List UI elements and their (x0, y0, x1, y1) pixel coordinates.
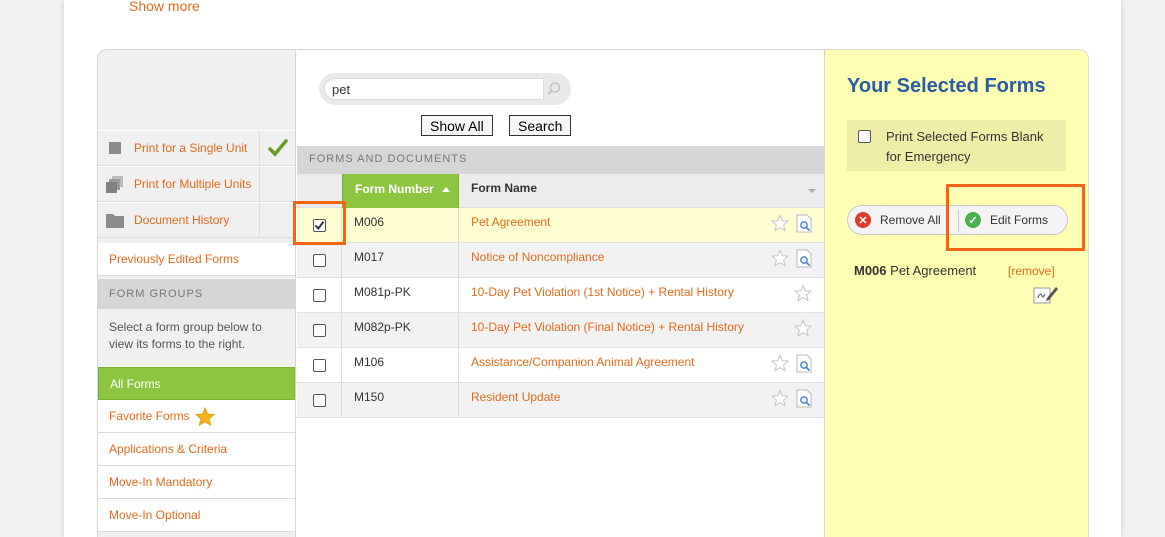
selected-form-item: M006 Pet Agreement (854, 263, 976, 278)
row-checkbox-cell (297, 313, 342, 347)
row-checkbox-cell (297, 278, 342, 312)
selected-form-name: Pet Agreement (890, 263, 977, 278)
left-panel-header (98, 50, 295, 130)
table-row: M106 Assistance/Companion Animal Agreeme… (297, 348, 824, 383)
favorite-star-icon[interactable] (771, 249, 789, 267)
forms-table-header: Form Number Form Name (297, 174, 824, 208)
form-group-favorite-forms[interactable]: Favorite Forms (98, 400, 295, 433)
form-name-link[interactable]: Notice of Noncompliance (471, 243, 604, 272)
check-cell (259, 167, 295, 201)
checkmark-icon (267, 139, 288, 157)
search-box (319, 73, 571, 105)
show-all-button[interactable]: Show All (421, 115, 493, 136)
row-checkbox-cell (297, 383, 342, 417)
print-blank-checkbox[interactable] (858, 130, 871, 143)
row-checkbox[interactable] (313, 359, 326, 372)
form-name-link[interactable]: 10-Day Pet Violation (1st Notice) + Rent… (471, 278, 734, 307)
check-cell (259, 131, 295, 165)
favorite-star-icon[interactable] (794, 284, 812, 302)
form-name-link[interactable]: Assistance/Companion Animal Agreement (471, 348, 694, 377)
preview-document-icon[interactable] (796, 354, 813, 373)
favorite-star-icon[interactable] (771, 354, 789, 372)
form-number-header-label: Form Number (355, 182, 434, 196)
forms-and-documents-heading: FORMS AND DOCUMENTS (297, 146, 824, 174)
favorite-star-icon[interactable] (771, 214, 789, 232)
folder-icon (106, 214, 124, 228)
edit-forms-highlight (946, 184, 1085, 251)
search-icon[interactable] (546, 81, 562, 97)
print-blank-label-line1: Print Selected Forms Blank (886, 129, 1044, 144)
document-history-option[interactable]: Document History (98, 202, 295, 238)
remove-all-label: Remove All (880, 213, 941, 227)
form-number-column-header[interactable]: Form Number (342, 174, 459, 208)
selected-forms-title: Your Selected Forms (847, 75, 1046, 97)
selected-forms-panel: Your Selected Forms Print Selected Forms… (825, 49, 1089, 537)
check-cell (259, 203, 295, 237)
favorite-forms-label: Favorite Forms (109, 409, 190, 423)
form-name-column-header[interactable]: Form Name (471, 174, 537, 202)
form-number: M106 (342, 348, 459, 382)
multiple-units-icon (106, 176, 123, 193)
form-group-move-in-optional[interactable]: Move-In Optional (98, 499, 295, 532)
search-input[interactable] (324, 78, 544, 100)
remove-all-button[interactable]: ✕ Remove All (855, 206, 941, 234)
table-row: M006 Pet Agreement (297, 208, 824, 243)
column-menu-icon[interactable] (808, 189, 816, 193)
row-checkbox-cell (297, 243, 342, 277)
row-checkbox[interactable] (313, 394, 326, 407)
row-checkbox[interactable] (313, 324, 326, 337)
print-blank-label: Print Selected Forms Blank for Emergency (886, 127, 1044, 167)
forms-panel: Show All Search FORMS AND DOCUMENTS Form… (297, 49, 825, 537)
table-row: M017 Notice of Noncompliance (297, 243, 824, 278)
preview-document-icon[interactable] (796, 249, 813, 268)
favorite-star-icon[interactable] (794, 319, 812, 337)
form-number: M006 (342, 208, 459, 242)
print-multiple-units-label: Print for Multiple Units (134, 177, 252, 191)
document-history-label: Document History (134, 213, 230, 227)
row-checkbox[interactable] (313, 254, 326, 267)
form-name-link[interactable]: Pet Agreement (471, 208, 550, 237)
preview-document-icon[interactable] (796, 214, 813, 233)
previously-edited-forms-link[interactable]: Previously Edited Forms (98, 243, 295, 276)
checkbox-highlight (293, 201, 346, 245)
form-groups-description: Select a form group below to view its fo… (109, 320, 262, 351)
form-number: M081p-PK (342, 278, 459, 312)
form-group-applications-criteria[interactable]: Applications & Criteria (98, 433, 295, 466)
preview-document-icon[interactable] (796, 389, 813, 408)
search-button[interactable]: Search (509, 115, 572, 136)
edit-document-icon[interactable] (1033, 284, 1059, 304)
form-group-all-forms[interactable]: All Forms (98, 367, 295, 400)
table-row: M150 Resident Update (297, 383, 824, 418)
form-groups-heading: FORM GROUPS (98, 279, 295, 309)
remove-selected-form-link[interactable]: [remove] (1008, 264, 1055, 278)
favorite-star-icon[interactable] (771, 389, 789, 407)
row-checkbox-cell (297, 348, 342, 382)
left-panel: Print for a Single Unit Print for Multip… (97, 49, 296, 537)
print-multiple-units-option[interactable]: Print for Multiple Units (98, 166, 295, 202)
form-number: M082p-PK (342, 313, 459, 347)
table-row: M082p-PK 10-Day Pet Violation (Final Not… (297, 313, 824, 348)
sort-ascending-icon (441, 187, 450, 192)
print-blank-label-line2: for Emergency (886, 149, 971, 164)
star-icon (194, 406, 215, 426)
selected-form-number: M006 (854, 263, 887, 278)
row-checkbox[interactable] (313, 289, 326, 302)
form-number: M150 (342, 383, 459, 417)
print-blank-option: Print Selected Forms Blank for Emergency (847, 120, 1066, 171)
form-name-link[interactable]: Resident Update (471, 383, 560, 412)
form-name-link[interactable]: 10-Day Pet Violation (Final Notice) + Re… (471, 313, 744, 342)
table-row: M081p-PK 10-Day Pet Violation (1st Notic… (297, 278, 824, 313)
show-more-link[interactable]: Show more (129, 0, 200, 14)
single-unit-icon (109, 142, 121, 154)
form-number: M017 (342, 243, 459, 277)
print-single-unit-label: Print for a Single Unit (134, 141, 248, 155)
print-single-unit-option[interactable]: Print for a Single Unit (98, 130, 295, 166)
form-group-move-in-mandatory[interactable]: Move-In Mandatory (98, 466, 295, 499)
remove-icon: ✕ (855, 212, 871, 228)
